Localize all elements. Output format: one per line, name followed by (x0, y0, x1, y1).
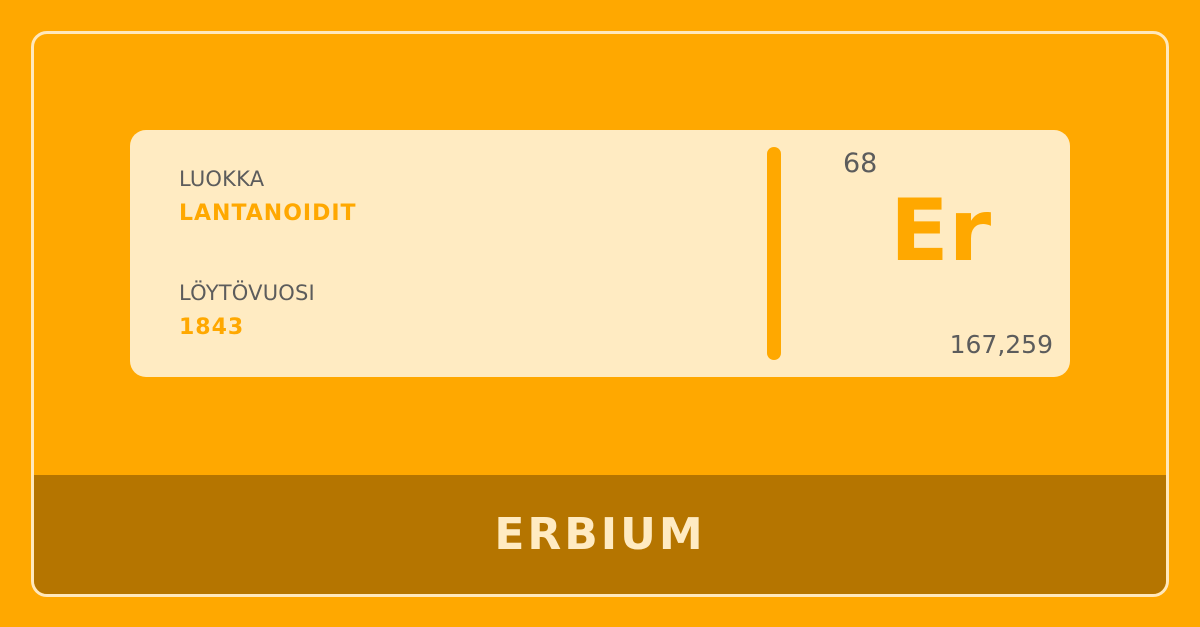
category-value: LANTANOIDIT (179, 201, 357, 226)
atomic-mass: 167,259 (949, 330, 1053, 359)
category-label: LUOKKA (179, 167, 265, 191)
discovery-year-value: 1843 (179, 315, 245, 340)
discovery-year-label: LÖYTÖVUOSI (179, 281, 315, 305)
element-info-panel: LUOKKA LANTANOIDIT LÖYTÖVUOSI 1843 68 Er… (130, 130, 1070, 377)
element-name: ERBIUM (494, 509, 706, 560)
atomic-number: 68 (843, 148, 878, 179)
element-card: LUOKKA LANTANOIDIT LÖYTÖVUOSI 1843 68 Er… (31, 31, 1169, 597)
element-name-bar: ERBIUM (34, 475, 1166, 594)
vertical-divider (767, 147, 781, 360)
element-symbol: Er (890, 181, 992, 281)
